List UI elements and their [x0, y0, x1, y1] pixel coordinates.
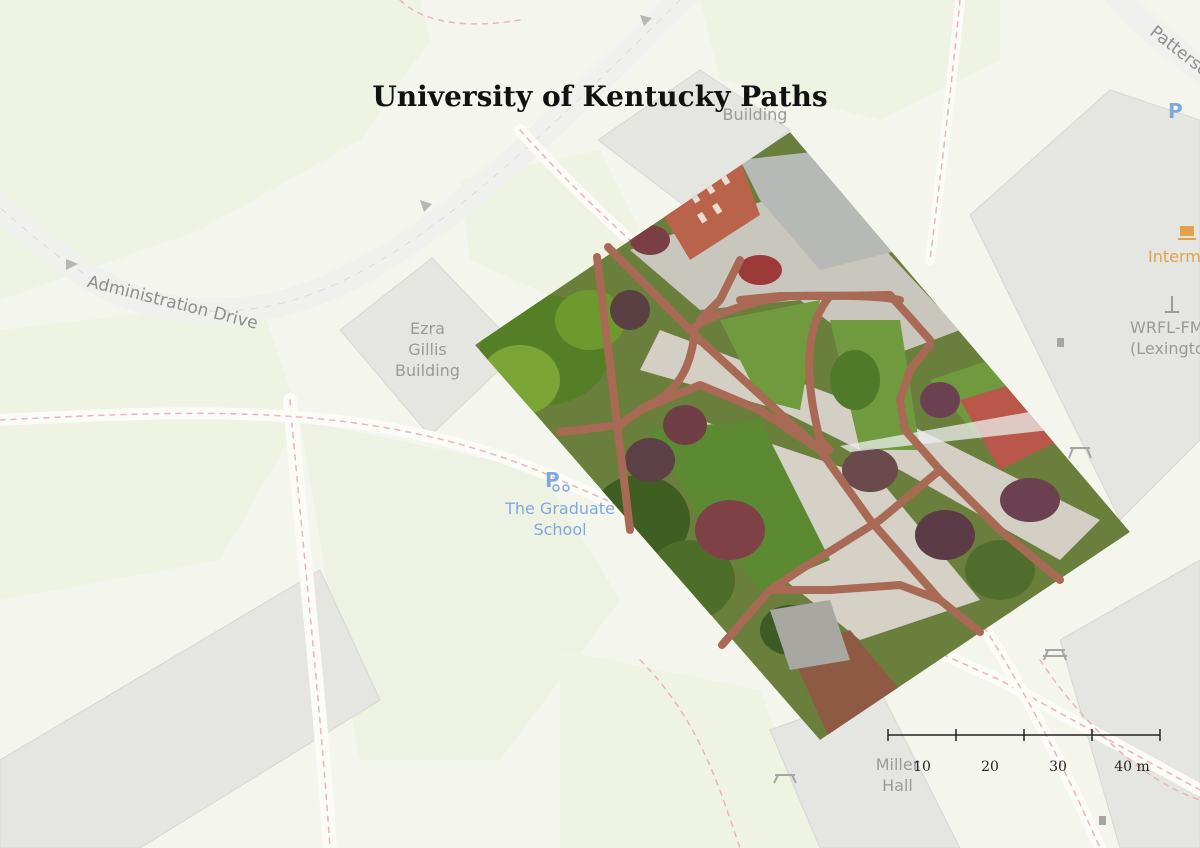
building-label-ezra-gillis: Ezra Gillis Building [395, 319, 460, 380]
scale-bar-line [887, 729, 1161, 741]
poi-label-intermezzo: Interm [1148, 247, 1200, 266]
scale-label-10: 10 [913, 759, 931, 775]
map-title: University of Kentucky Paths [372, 80, 828, 113]
scale-bar: 10 20 30 40 m [880, 722, 1170, 782]
scale-label-30: 30 [1049, 759, 1067, 775]
scale-label-40: 40 m [1114, 759, 1150, 775]
building-label-wrfl: WRFL-FM (Lexington) [1130, 318, 1200, 358]
poi-label-graduate-school: The Graduate School [505, 499, 615, 539]
scale-label-20: 20 [981, 759, 999, 775]
map-canvas[interactable]: P P [0, 0, 1200, 848]
